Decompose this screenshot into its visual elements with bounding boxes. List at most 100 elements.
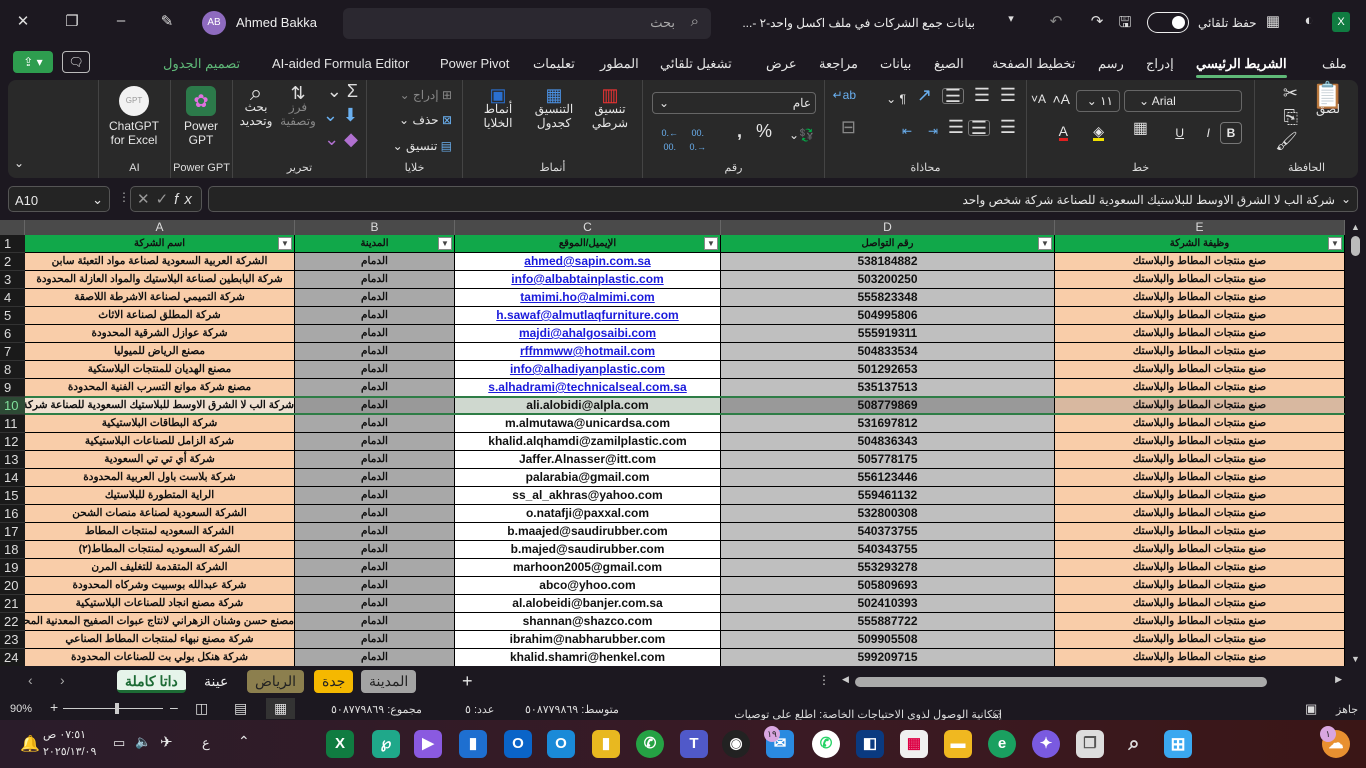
cell-C5[interactable]: h.sawaf@almutlaqfurniture.com: [455, 307, 721, 325]
cell-styles-button[interactable]: ▣ أنماط الخلايا: [472, 86, 524, 130]
cell-A22[interactable]: مصنع حسن وشنان الزهراني لانتاج عبوات الص…: [25, 613, 295, 631]
column-header-B[interactable]: B: [295, 220, 455, 235]
whatsapp-taskbar-icon[interactable]: ✆: [812, 730, 840, 758]
row-header[interactable]: 15: [0, 487, 25, 505]
cell-D24[interactable]: 599209715: [721, 649, 1055, 666]
status-count[interactable]: عدد: ٥: [465, 703, 494, 716]
zoom-out-icon[interactable]: –: [170, 699, 178, 715]
cell-C3[interactable]: info@albabtainplastic.com: [455, 271, 721, 289]
align-right-icon[interactable]: ☰: [1000, 118, 1016, 136]
github-taskbar-icon[interactable]: ◉: [722, 730, 750, 758]
tab-ai-formula-editor[interactable]: AI-aided Formula Editor: [272, 56, 409, 71]
input-language[interactable]: ع: [202, 735, 210, 751]
media-taskbar-icon[interactable]: ▮: [459, 730, 487, 758]
cell-A20[interactable]: شركة عبدالله بوسبيت وشركاه المحدودة: [25, 577, 295, 595]
row-header[interactable]: 6: [0, 325, 25, 343]
row-header[interactable]: 18: [0, 541, 25, 559]
zoom-slider[interactable]: [63, 703, 163, 714]
row-header[interactable]: 12: [0, 433, 25, 451]
font-name-select[interactable]: ⌄ Arial: [1124, 90, 1242, 112]
cell-E23[interactable]: صنع منتجات المطاط والبلاستك: [1055, 631, 1345, 649]
cell-A6[interactable]: شركة عوازل الشرقية المحدودة: [25, 325, 295, 343]
volume-icon[interactable]: 🔈: [135, 734, 151, 750]
filter-dropdown-icon[interactable]: ▼: [1328, 237, 1342, 250]
cell-D7[interactable]: 504833534: [721, 343, 1055, 361]
autosave-toggle[interactable]: [1147, 12, 1189, 33]
avatar[interactable]: AB: [202, 11, 226, 35]
cell-E20[interactable]: صنع منتجات المطاط والبلاستك: [1055, 577, 1345, 595]
cell-A10[interactable]: شركة الب لا الشرق الاوسط للبلاستيك السعو…: [25, 397, 295, 415]
row-header[interactable]: 5: [0, 307, 25, 325]
paste-button[interactable]: 📋 لصق: [1308, 82, 1348, 116]
cell-A16[interactable]: الشركة السعودية لصناعة منصات الشحن: [25, 505, 295, 523]
filter-dropdown-icon[interactable]: ▼: [1038, 237, 1052, 250]
sheet-tab-jeddah[interactable]: جدة: [314, 670, 354, 693]
cell-D18[interactable]: 540343755: [721, 541, 1055, 559]
cell-A17[interactable]: الشركة السعوديه لمنتجات المطاط: [25, 523, 295, 541]
cell-C14[interactable]: palarabia@gmail.com: [455, 469, 721, 487]
cell-E5[interactable]: صنع منتجات المطاط والبلاستك: [1055, 307, 1345, 325]
cell-C21[interactable]: al.alobeidi@banjer.com.sa: [455, 595, 721, 613]
conditional-formatting-button[interactable]: ▥ تنسيق شرطي: [584, 86, 636, 130]
number-format-select[interactable]: عام ⌄: [652, 92, 816, 114]
cell-B10[interactable]: الدمام: [295, 397, 455, 415]
restore-icon[interactable]: ❐: [61, 12, 83, 30]
cell-E6[interactable]: صنع منتجات المطاط والبلاستك: [1055, 325, 1345, 343]
cell-D23[interactable]: 509905508: [721, 631, 1055, 649]
cell-C12[interactable]: khalid.alqhamdi@zamilplastic.com: [455, 433, 721, 451]
cell-A9[interactable]: مصنع شركة موانع التسرب الفنية المحدودة: [25, 379, 295, 397]
tab-power-pivot[interactable]: Power Pivot: [440, 56, 509, 71]
cell-D3[interactable]: 503200250: [721, 271, 1055, 289]
zoom-slider-thumb[interactable]: [115, 703, 119, 714]
tab-draw[interactable]: رسم: [1098, 56, 1124, 72]
cell-E15[interactable]: صنع منتجات المطاط والبلاستك: [1055, 487, 1345, 505]
cell-E13[interactable]: صنع منتجات المطاط والبلاستك: [1055, 451, 1345, 469]
insert-function-icon[interactable]: fx: [174, 191, 198, 208]
row-header[interactable]: 23: [0, 631, 25, 649]
cell-D9[interactable]: 535137513: [721, 379, 1055, 397]
cell-C24[interactable]: khalid.shamri@henkel.com: [455, 649, 721, 666]
cell-B23[interactable]: الدمام: [295, 631, 455, 649]
cell-A4[interactable]: شركة التميمي لصناعة الاشرطة اللاصقة: [25, 289, 295, 307]
cell-A7[interactable]: مصنع الرياض للميوليا: [25, 343, 295, 361]
row-header[interactable]: 9: [0, 379, 25, 397]
clipchamp-taskbar-icon[interactable]: ▶: [414, 730, 442, 758]
close-icon[interactable]: ✕: [12, 12, 34, 30]
cell-C23[interactable]: ibrahim@nabharubber.com: [455, 631, 721, 649]
cell-A24[interactable]: شركة هنكل بولي بت للصناعات المحدودة: [25, 649, 295, 666]
tab-automate[interactable]: تشغيل تلقائي: [660, 56, 732, 72]
align-center-icon[interactable]: ☰: [967, 119, 990, 137]
tab-insert[interactable]: إدراج: [1146, 56, 1174, 72]
row-header[interactable]: 20: [0, 577, 25, 595]
app-taskbar-icon[interactable]: ℘: [372, 730, 400, 758]
email[interactable]: s.alhadrami@technicalseal.com.sa: [488, 380, 686, 394]
next-sheet-icon[interactable]: ›: [60, 672, 65, 688]
cell-D19[interactable]: 553293278: [721, 559, 1055, 577]
row-header[interactable]: 7: [0, 343, 25, 361]
sheet-tab-full-data[interactable]: داتا كاملة: [117, 670, 186, 693]
cell-E22[interactable]: صنع منتجات المطاط والبلاستك: [1055, 613, 1345, 631]
cell-D16[interactable]: 532800308: [721, 505, 1055, 523]
cell-D12[interactable]: 504836343: [721, 433, 1055, 451]
tab-table-design[interactable]: تصميم الجدول: [163, 56, 240, 72]
cell-B7[interactable]: الدمام: [295, 343, 455, 361]
cell-E18[interactable]: صنع منتجات المطاط والبلاستك: [1055, 541, 1345, 559]
row-header[interactable]: 16: [0, 505, 25, 523]
sheet-tab-madinah[interactable]: المدينة: [361, 670, 417, 693]
cell-D2[interactable]: 538184882: [721, 253, 1055, 271]
row-header[interactable]: 2: [0, 253, 25, 271]
bold-button[interactable]: B: [1220, 122, 1242, 144]
save-icon[interactable]: 🖫: [1114, 12, 1136, 37]
copy-icon[interactable]: ⎘: [1284, 108, 1298, 126]
tab-data[interactable]: بيانات: [880, 56, 911, 72]
cell-D20[interactable]: 505809693: [721, 577, 1055, 595]
sort-filter-button[interactable]: ⇅ فرز وتصفية: [278, 84, 318, 128]
underline-button[interactable]: U: [1175, 126, 1184, 140]
cell-D22[interactable]: 555887722: [721, 613, 1055, 631]
format-as-table-button[interactable]: ▦ التنسيق كجدول: [528, 86, 580, 130]
decrease-decimal-icon[interactable]: .00 →.0: [689, 126, 706, 154]
cell-D14[interactable]: 556123446: [721, 469, 1055, 487]
fill-icon[interactable]: ⬇ ⌄: [323, 106, 358, 124]
minimize-icon[interactable]: –: [110, 12, 132, 29]
email[interactable]: rffmmww@hotmail.com: [520, 344, 655, 358]
